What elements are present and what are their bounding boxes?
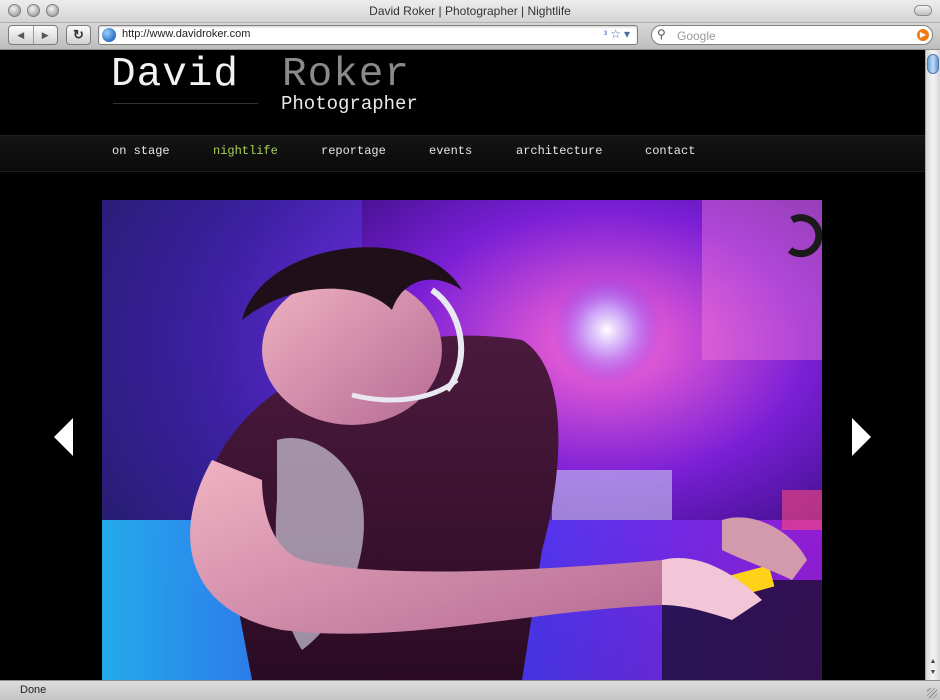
browser-toolbar: ◀ ▶ ↻ http://www.davidroker.com ᵌ☆▾ ⚲ Go… — [0, 23, 940, 50]
resize-grip-icon[interactable] — [927, 688, 937, 698]
search-icon[interactable]: ⚲ — [657, 27, 666, 41]
dj-photo-image — [102, 200, 822, 680]
vertical-scrollbar[interactable]: ▲ ▼ — [925, 50, 940, 680]
dropdown-icon[interactable]: ▾ — [624, 27, 633, 41]
site-name-first[interactable]: David — [111, 52, 239, 98]
nav-on-stage[interactable]: on stage — [112, 144, 170, 158]
next-arrow-icon[interactable] — [852, 418, 871, 456]
url-text[interactable]: http://www.davidroker.com — [122, 28, 250, 40]
nav-contact[interactable]: contact — [645, 144, 695, 158]
site-name-last[interactable]: Roker — [282, 52, 410, 98]
toolbar-toggle-button[interactable] — [914, 5, 932, 16]
title-bar: David Roker | Photographer | Nightlife — [0, 0, 940, 23]
window-title: David Roker | Photographer | Nightlife — [369, 4, 571, 18]
nav-nightlife[interactable]: nightlife — [213, 144, 278, 158]
reload-icon[interactable]: ↻ — [66, 25, 91, 45]
search-placeholder[interactable]: Google — [677, 29, 716, 43]
search-box[interactable]: ⚲ Google ▶ — [651, 25, 933, 45]
nav-reportage[interactable]: reportage — [321, 144, 386, 158]
scroll-thumb[interactable] — [927, 54, 939, 74]
star-icon[interactable]: ☆ — [610, 27, 624, 41]
search-go-icon[interactable]: ▶ — [917, 29, 929, 41]
address-bar-icons: ᵌ☆▾ — [603, 27, 633, 41]
address-bar[interactable]: http://www.davidroker.com ᵌ☆▾ — [98, 25, 638, 45]
status-text: Done — [20, 684, 47, 696]
nav-events[interactable]: events — [429, 144, 472, 158]
back-icon[interactable]: ◀ — [9, 26, 33, 44]
scroll-arrow-icons[interactable]: ▲ ▼ — [926, 656, 940, 678]
name-divider — [113, 103, 258, 104]
globe-icon — [102, 28, 116, 42]
nav-architecture[interactable]: architecture — [516, 144, 602, 158]
main-nav: on stage nightlife reportage events arch… — [0, 135, 925, 172]
forward-icon[interactable]: ▶ — [32, 26, 58, 44]
status-bar: Done — [0, 680, 940, 700]
page-viewport: David Roker Photographer on stage nightl… — [0, 50, 925, 680]
site-tagline: Photographer — [281, 93, 418, 115]
history-buttons: ◀ ▶ — [8, 25, 58, 45]
gallery-photo[interactable] — [102, 200, 822, 680]
prev-arrow-icon[interactable] — [54, 418, 73, 456]
browser-window: David Roker | Photographer | Nightlife ◀… — [0, 0, 940, 700]
